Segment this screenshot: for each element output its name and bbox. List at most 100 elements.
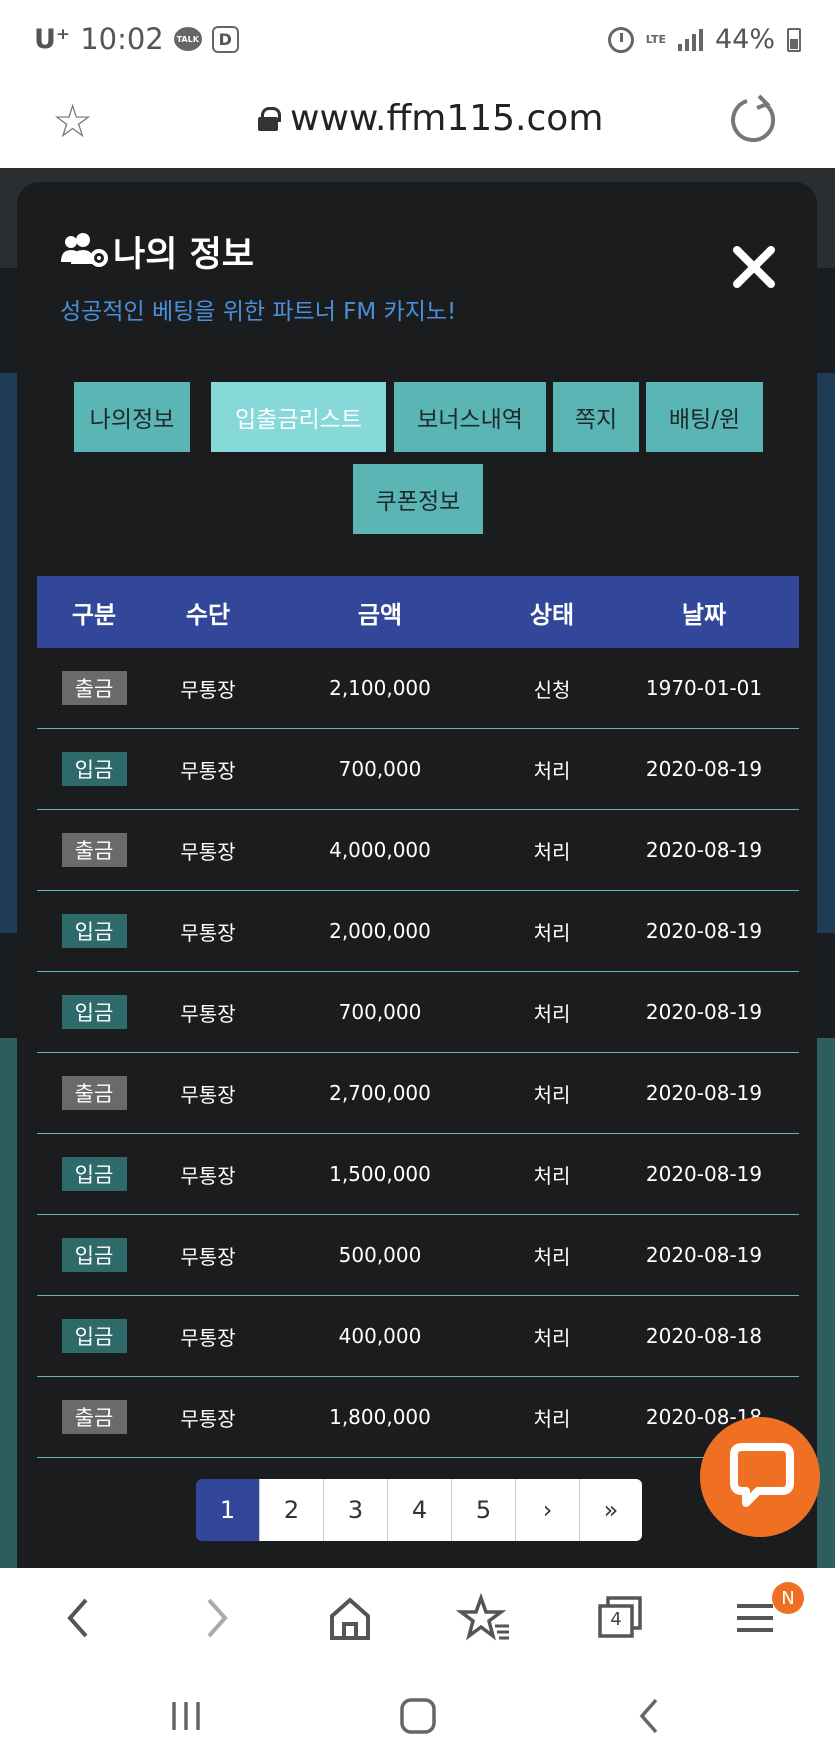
modal-subtitle: 성공적인 베팅을 위한 파트너 FM 카지노! <box>60 299 457 325</box>
table-row: 출금 무통장 4,000,000 처리 2020-08-19 <box>37 810 799 891</box>
table-row: 입금 무통장 500,000 처리 2020-08-19 <box>37 1215 799 1296</box>
tab-coupon-info[interactable]: 쿠폰정보 <box>353 464 483 534</box>
header-date: 날짜 <box>681 600 727 629</box>
transaction-table: 구분 수단 금액 상태 날짜 출금 무통장 2,100,000 신청 1970-01-0… <box>37 576 799 1458</box>
browser-toolbar: 4 <box>0 1568 835 1668</box>
system-back-icon[interactable] <box>628 1694 672 1738</box>
signal-icon <box>677 28 703 51</box>
modal-title: 나의 정보 <box>113 235 254 275</box>
tab-deposit-withdraw-list[interactable]: 입출금리스트 <box>211 382 386 452</box>
status-cell: 처리 <box>533 1082 571 1107</box>
bookmark-star-icon[interactable]: ☆ <box>52 96 102 146</box>
lock-icon <box>258 106 281 131</box>
date-cell: 2020-08-19 <box>645 838 763 862</box>
date-cell: 2020-08-18 <box>645 1324 763 1348</box>
back-icon[interactable] <box>50 1588 110 1648</box>
chat-icon[interactable] <box>700 1417 820 1537</box>
status-cell: 처리 <box>533 920 571 945</box>
amount-cell: 4,000,000 <box>329 838 431 862</box>
type-cell: 입금 <box>37 1157 151 1191</box>
close-icon[interactable] <box>729 242 779 292</box>
tab-bonus-history[interactable]: 보너스내역 <box>394 382 546 452</box>
date-cell: 2020-08-19 <box>645 919 763 943</box>
deposit-badge: 입금 <box>61 1238 127 1272</box>
status-cell: 처리 <box>533 1325 571 1350</box>
date-cell: 2020-08-19 <box>645 1000 763 1024</box>
type-cell: 출금 <box>37 1076 151 1110</box>
menu-notification-badge: N <box>772 1582 804 1614</box>
alarm-icon <box>607 26 634 53</box>
table-row: 출금 무통장 2,100,000 신청 1970-01-01 <box>37 648 799 729</box>
header-amount: 금액 <box>357 600 403 629</box>
table-header: 구분 수단 금액 상태 날짜 <box>37 576 799 648</box>
table-row: 출금 무통장 2,700,000 처리 2020-08-19 <box>37 1053 799 1134</box>
withdraw-badge: 출금 <box>61 833 127 867</box>
status-cell: 처리 <box>533 1406 571 1431</box>
date-cell: 2020-08-19 <box>645 1162 763 1186</box>
amount-cell: 500,000 <box>338 1243 422 1267</box>
header-status: 상태 <box>529 600 575 629</box>
battery-icon <box>787 27 801 52</box>
d-icon-label: D <box>218 29 232 49</box>
deposit-badge: 입금 <box>61 995 127 1029</box>
amount-cell: 1,800,000 <box>329 1405 431 1429</box>
amount-cell: 2,100,000 <box>329 676 431 700</box>
withdraw-badge: 출금 <box>61 1076 127 1110</box>
status-cell: 신청 <box>533 677 571 702</box>
amount-cell: 1,500,000 <box>329 1162 431 1186</box>
method-cell: 무통장 <box>180 1163 236 1188</box>
table-row: 입금 무통장 400,000 처리 2020-08-18 <box>37 1296 799 1377</box>
amount-cell: 700,000 <box>338 1000 422 1024</box>
tabs-icon[interactable]: 4 <box>590 1588 650 1648</box>
table-row: 입금 무통장 2,000,000 처리 2020-08-19 <box>37 891 799 972</box>
page-button[interactable]: 5 <box>452 1479 516 1541</box>
table-row: 입금 무통장 700,000 처리 2020-08-19 <box>37 972 799 1053</box>
method-cell: 무통장 <box>180 677 236 702</box>
url-field[interactable]: www.ffm115.com <box>258 98 603 139</box>
tab-my-info[interactable]: 나의정보 <box>74 382 190 452</box>
status-right: LTE 44% <box>607 24 801 55</box>
home-icon[interactable] <box>320 1588 380 1648</box>
home-button-icon[interactable] <box>396 1694 440 1738</box>
status-bar: U⁺ 10:02 TALK D LTE 44% <box>0 0 835 80</box>
method-cell: 무통장 <box>180 1325 236 1350</box>
status-cell: 처리 <box>533 839 571 864</box>
type-cell: 출금 <box>37 671 151 705</box>
page-button[interactable]: 4 <box>388 1479 452 1541</box>
recent-apps-icon[interactable] <box>164 1694 208 1738</box>
method-cell: 무통장 <box>180 1001 236 1026</box>
status-cell: 처리 <box>533 1163 571 1188</box>
talk-icon: TALK <box>173 27 202 51</box>
page-button[interactable]: » <box>580 1479 642 1541</box>
deposit-badge: 입금 <box>61 1319 127 1353</box>
status-left: U⁺ 10:02 TALK D <box>34 22 239 56</box>
table-row: 출금 무통장 1,800,000 처리 2020-08-18 <box>37 1377 799 1458</box>
amount-cell: 2,000,000 <box>329 919 431 943</box>
url-text: www.ffm115.com <box>290 98 604 139</box>
type-cell: 입금 <box>37 1319 151 1353</box>
withdraw-badge: 출금 <box>61 671 127 705</box>
date-cell: 1970-01-01 <box>645 676 763 700</box>
page-button[interactable]: 1 <box>196 1479 260 1541</box>
bookmarks-icon[interactable] <box>455 1588 515 1648</box>
tabs-count: 4 <box>610 1609 622 1630</box>
talk-icon-label: TALK <box>176 34 199 44</box>
status-cell: 처리 <box>533 1244 571 1269</box>
type-cell: 입금 <box>37 752 151 786</box>
forward-icon[interactable] <box>185 1588 245 1648</box>
users-gear-icon <box>61 233 108 267</box>
header-type: 구분 <box>71 600 117 629</box>
deposit-badge: 입금 <box>61 914 127 948</box>
method-cell: 무통장 <box>180 920 236 945</box>
page-button[interactable]: 3 <box>324 1479 388 1541</box>
clock: 10:02 <box>80 22 164 56</box>
tab-betting-win[interactable]: 배팅/윈 <box>646 382 763 452</box>
type-cell: 출금 <box>37 1400 151 1434</box>
tab-messages[interactable]: 쪽지 <box>553 382 639 452</box>
table-body: 출금 무통장 2,100,000 신청 1970-01-01 입금 무통장 700,000 처리… <box>37 648 799 1458</box>
reload-icon[interactable] <box>727 94 779 146</box>
page-button[interactable]: 2 <box>260 1479 324 1541</box>
type-cell: 출금 <box>37 833 151 867</box>
page-button[interactable]: › <box>516 1479 580 1541</box>
my-info-modal: 나의 정보 성공적인 베팅을 위한 파트너 FM 카지노! 나의정보 입출금리스… <box>17 182 817 1568</box>
